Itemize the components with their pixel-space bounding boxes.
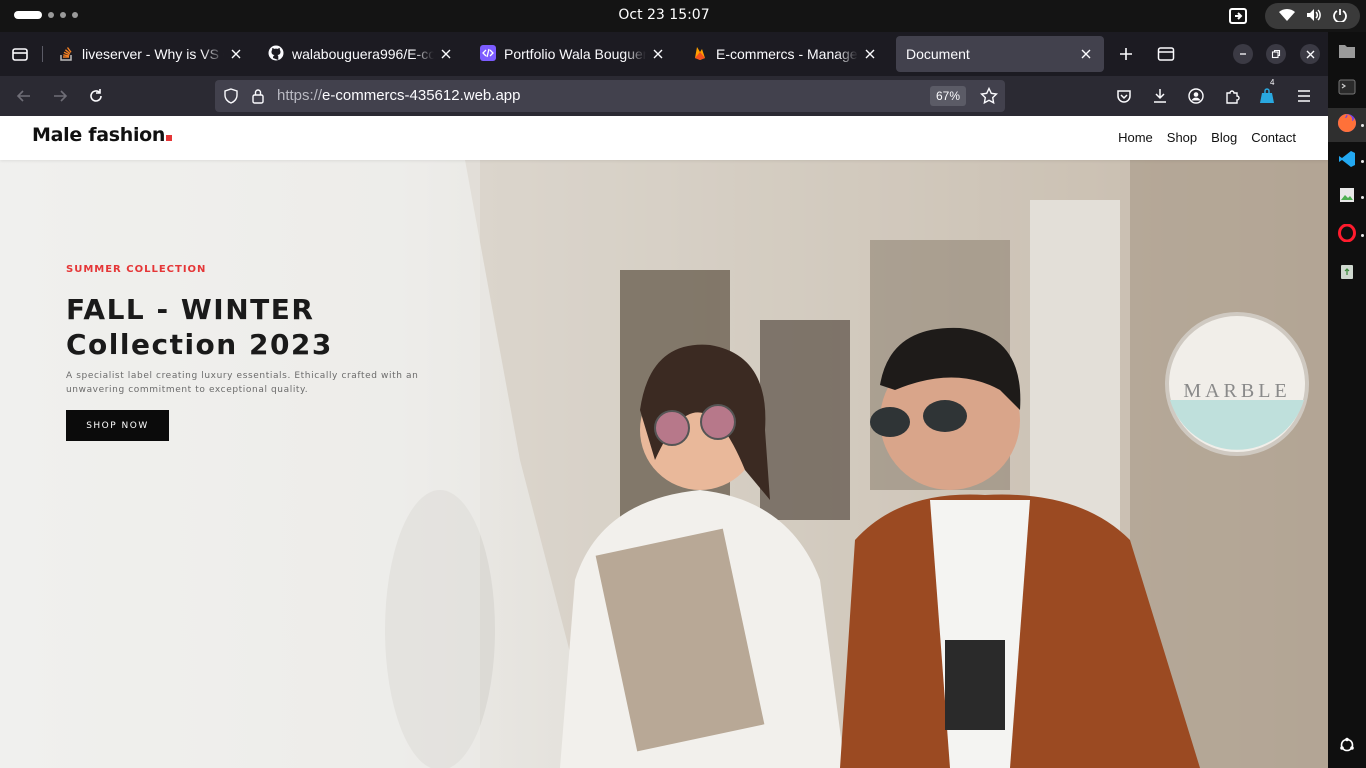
site-header: Male fashion Home Shop Blog Contact [0, 116, 1328, 160]
sign-text: MARBLE [1183, 380, 1290, 402]
url-host: e-commercs-435612.web.app [322, 87, 521, 104]
url-protocol: https:// [277, 87, 323, 104]
shop-now-button[interactable]: SHOP NOW [66, 410, 169, 441]
stackoverflow-icon [58, 45, 74, 64]
nav-link-blog[interactable]: Blog [1211, 130, 1237, 145]
extension-badge-icon[interactable]: 4 [1256, 78, 1280, 108]
running-indicator [1361, 196, 1364, 199]
list-all-tabs-icon[interactable] [1154, 42, 1178, 66]
hero-kicker: SUMMER COLLECTION [66, 264, 207, 275]
running-indicator [1361, 124, 1364, 127]
dock-terminal[interactable] [1328, 72, 1366, 106]
lock-icon[interactable] [246, 84, 270, 108]
back-arrow-icon[interactable] [12, 84, 36, 108]
tab-liveserver[interactable]: liveserver - Why is VS Code [48, 36, 254, 72]
extensions-puzzle-icon[interactable] [1220, 84, 1244, 108]
browser-tab-strip: liveserver - Why is VS Code walabouguera… [0, 32, 1328, 76]
nav-link-contact[interactable]: Contact [1251, 130, 1296, 145]
wifi-icon [1278, 7, 1296, 26]
running-indicator [1361, 160, 1364, 163]
account-icon[interactable] [1184, 84, 1208, 108]
tab-title: Document [906, 46, 970, 62]
dock-files[interactable] [1328, 36, 1366, 70]
close-tab-icon[interactable] [438, 46, 454, 62]
clock[interactable]: Oct 23 15:07 [0, 7, 1328, 23]
tab-title: walabouguera996/E-commerce [292, 46, 434, 62]
dock-vscode[interactable] [1328, 144, 1366, 178]
browser-navigation-toolbar: https://e-commercs-435612.web.app 67% 4 [0, 76, 1328, 116]
address-bar[interactable]: https://e-commercs-435612.web.app 67% [215, 80, 1005, 112]
pocket-icon[interactable] [1112, 84, 1136, 108]
logo-red-dot [166, 135, 173, 141]
close-tab-icon[interactable] [650, 46, 666, 62]
close-window-button[interactable] [1300, 44, 1320, 64]
reload-icon[interactable] [84, 84, 108, 108]
downloads-icon[interactable] [1148, 84, 1172, 108]
new-tab-button[interactable] [1114, 42, 1138, 66]
hero-description: A specialist label creating luxury essen… [66, 371, 419, 395]
tab-document-active[interactable]: Document [896, 36, 1104, 72]
forward-arrow-icon[interactable] [48, 84, 72, 108]
tab-separator [42, 46, 43, 62]
code-icon [480, 44, 496, 64]
tab-firebase-console[interactable]: E-commercs - Manage site [682, 36, 888, 72]
firebase-icon [692, 45, 708, 64]
image-viewer-icon [1338, 186, 1356, 208]
volume-icon [1306, 7, 1322, 26]
trash-icon [1339, 262, 1355, 284]
restore-window-button[interactable] [1266, 44, 1286, 64]
close-tab-icon[interactable] [228, 46, 244, 62]
zoom-level-badge[interactable]: 67% [930, 86, 967, 106]
hero-photo: MARBLE [0, 160, 1328, 768]
hero-headline: FALL - WINTER Collection 2023 [66, 292, 426, 362]
close-tab-icon[interactable] [862, 46, 878, 62]
tab-overview-icon[interactable] [8, 42, 32, 66]
extension-badge-count: 4 [1270, 78, 1275, 87]
screen-share-icon[interactable] [1228, 6, 1248, 26]
close-tab-icon[interactable] [1078, 46, 1094, 62]
terminal-icon [1338, 79, 1356, 99]
dock-trash[interactable] [1328, 256, 1366, 290]
webpage-viewport: Male fashion Home Shop Blog Contact MARB… [0, 116, 1328, 768]
firefox-icon [1337, 113, 1357, 137]
hero-headline-line-2: Collection 2023 [66, 328, 333, 361]
opera-icon [1338, 223, 1356, 246]
system-status-menu[interactable] [1265, 3, 1360, 29]
tab-github-repo[interactable]: walabouguera996/E-commerce [258, 36, 464, 72]
hero-banner: MARBLE SUMMER COLLECTION FALL - WINTER C… [0, 160, 1328, 768]
tab-title: E-commercs - Manage site [716, 46, 858, 62]
nav-link-home[interactable]: Home [1118, 130, 1153, 145]
url-text[interactable]: https://e-commercs-435612.web.app [277, 87, 520, 104]
running-indicator [1361, 234, 1364, 237]
file-manager-icon [1338, 43, 1356, 63]
tracking-protection-shield-icon[interactable] [219, 84, 243, 108]
site-nav: Home Shop Blog Contact [1118, 130, 1296, 145]
dock-image-viewer[interactable] [1328, 180, 1366, 214]
bookmark-star-icon[interactable] [977, 84, 1001, 108]
tab-title: Portfolio Wala Bouguera [504, 46, 646, 62]
dock-firefox[interactable] [1328, 108, 1366, 142]
dock-show-apps[interactable] [1328, 730, 1366, 764]
github-icon [268, 45, 284, 64]
hamburger-menu-icon[interactable] [1292, 84, 1316, 108]
site-logo[interactable]: Male fashion [32, 124, 173, 146]
application-dock [1328, 32, 1366, 768]
dock-opera[interactable] [1328, 218, 1366, 252]
hero-headline-line-1: FALL - WINTER [66, 293, 315, 326]
minimize-window-button[interactable] [1233, 44, 1253, 64]
power-icon [1332, 7, 1347, 26]
tab-portfolio[interactable]: Portfolio Wala Bouguera [470, 36, 676, 72]
vscode-icon [1338, 150, 1356, 172]
nav-link-shop[interactable]: Shop [1167, 130, 1197, 145]
logo-text: Male fashion [32, 124, 166, 146]
show-apps-icon [1339, 737, 1355, 757]
tab-title: liveserver - Why is VS Code [82, 46, 224, 62]
system-top-bar: Oct 23 15:07 [0, 0, 1366, 32]
